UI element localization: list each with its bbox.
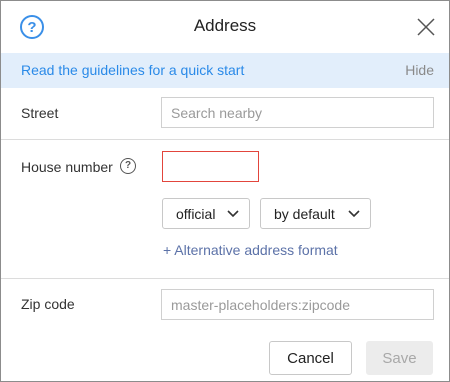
hide-banner-button[interactable]: Hide: [405, 62, 434, 78]
guidelines-link[interactable]: Read the guidelines for a quick start: [21, 62, 244, 78]
guidelines-banner: Read the guidelines for a quick start Hi…: [1, 53, 449, 88]
zip-code-label: Zip code: [21, 296, 75, 312]
house-number-label: House number: [21, 159, 113, 175]
street-input[interactable]: [161, 97, 434, 128]
chevron-down-icon: [348, 210, 360, 218]
address-dialog: ? Address Read the guidelines for a quic…: [0, 0, 450, 382]
address-order-select[interactable]: by default: [260, 198, 371, 229]
divider: [1, 278, 449, 279]
address-type-select[interactable]: official: [162, 198, 250, 229]
question-mark-glyph: ?: [124, 160, 132, 171]
save-button[interactable]: Save: [366, 341, 433, 375]
house-number-input[interactable]: [162, 151, 259, 182]
dialog-header: ? Address: [1, 1, 449, 53]
dialog-title: Address: [193, 16, 257, 35]
address-order-value: by default: [274, 205, 335, 222]
close-icon[interactable]: [417, 18, 435, 36]
zip-code-input[interactable]: [161, 289, 434, 320]
address-type-value: official: [176, 205, 216, 222]
alternative-address-format-link[interactable]: + Alternative address format: [163, 242, 338, 258]
chevron-down-icon: [227, 210, 239, 218]
divider: [1, 139, 449, 140]
cancel-button[interactable]: Cancel: [269, 341, 352, 375]
street-label: Street: [21, 105, 59, 121]
house-number-info-icon[interactable]: ?: [120, 158, 136, 174]
